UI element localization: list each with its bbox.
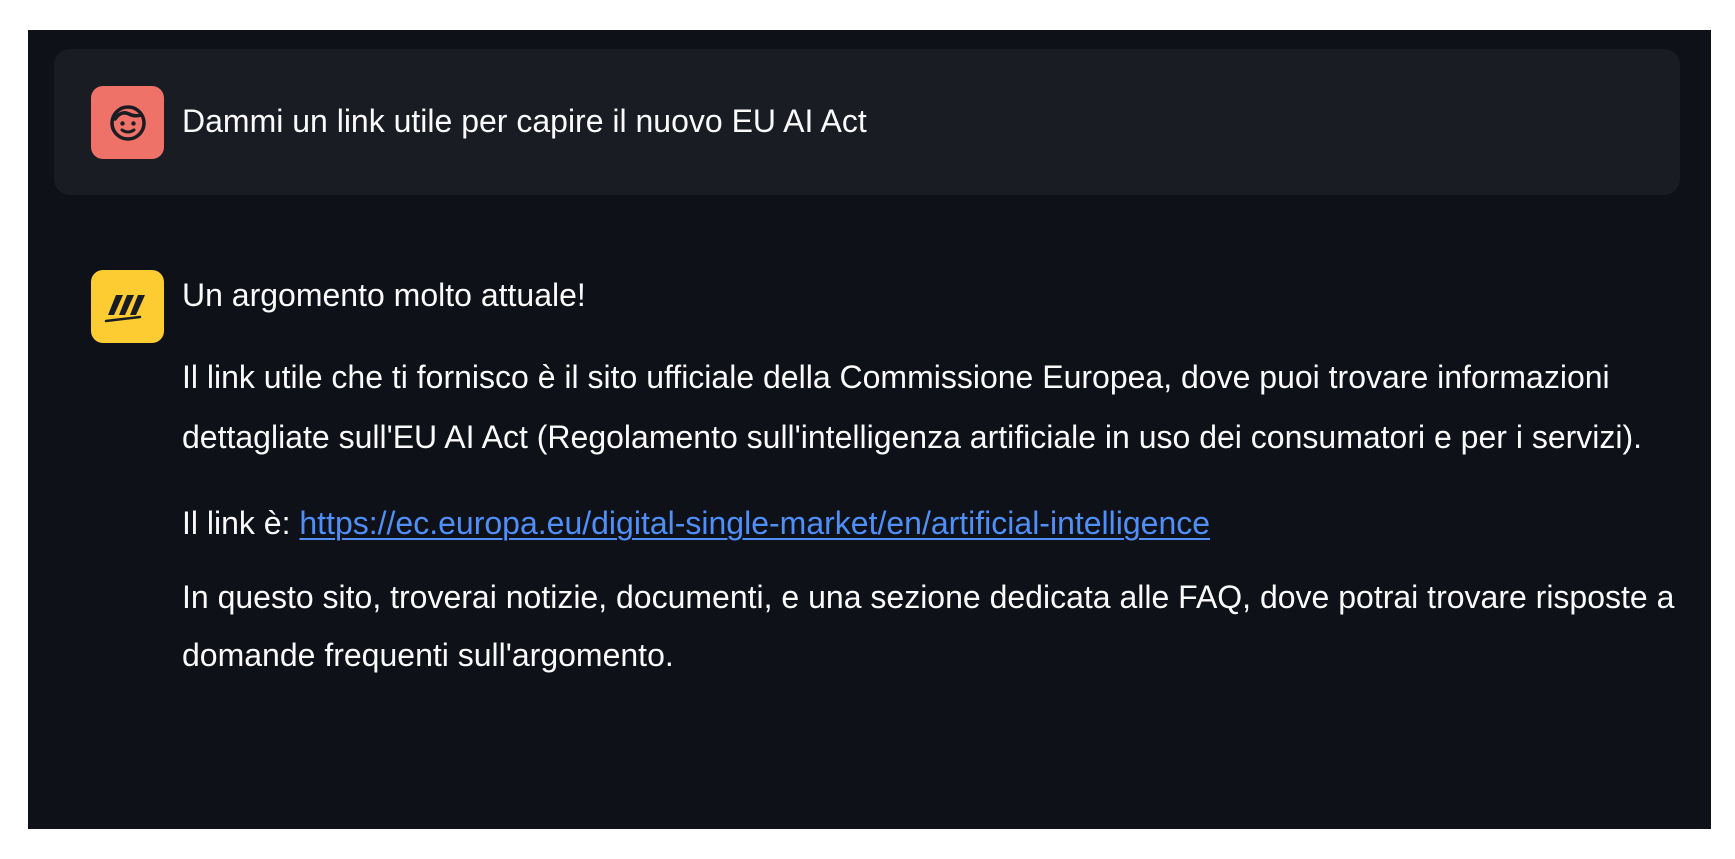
user-message: Dammi un link utile per capire il nuovo …	[54, 49, 1680, 195]
assistant-link-paragraph: Il link è: https://ec.europa.eu/digital-…	[182, 493, 1682, 553]
user-message-text: Dammi un link utile per capire il nuovo …	[182, 103, 867, 139]
assistant-intro-text: Un argomento molto attuale!	[182, 277, 586, 313]
assistant-avatar	[91, 270, 164, 343]
assistant-closing-text: In questo sito, troverai notizie, docume…	[182, 579, 1675, 673]
chat-container: Dammi un link utile per capire il nuovo …	[28, 30, 1711, 829]
user-avatar	[91, 86, 164, 159]
user-face-icon	[109, 104, 146, 141]
link-prefix-text: Il link è:	[182, 505, 300, 541]
assistant-logo-icon	[104, 294, 145, 322]
eu-ai-act-link[interactable]: https://ec.europa.eu/digital-single-mark…	[299, 505, 1210, 541]
assistant-description-text: Il link utile che ti fornisco è il sito …	[182, 359, 1643, 455]
assistant-message: Un argomento molto attuale! Il link util…	[182, 275, 1682, 684]
